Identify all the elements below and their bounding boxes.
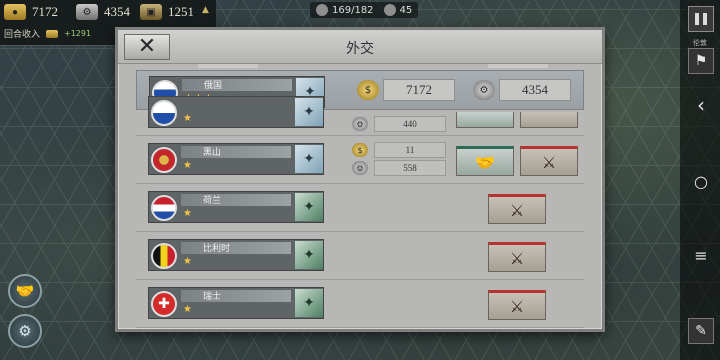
eagle-emblem-icon: ✦ [295, 241, 323, 269]
declare-war-button[interactable]: ⚔ [488, 290, 546, 320]
right-rail: 伦敦 ⚑ ‹ ○ ≡ ✎ [680, 0, 720, 360]
nav-home-button[interactable]: ○ [688, 168, 714, 194]
army-counter: 169/182 45 [310, 2, 419, 18]
eagle-emblem-icon: ✦ [295, 193, 323, 221]
supplies-value: 1251 [168, 4, 194, 19]
nation-stars: ★ [183, 304, 193, 315]
belgium-flag-icon [151, 243, 177, 269]
dialog-title: 外交 [346, 42, 374, 57]
nation-name: 比利时 [181, 242, 291, 254]
nation-plate: 荷兰 ★ ✦ [148, 191, 324, 223]
partial-nation-stars: ★ [183, 113, 193, 124]
partial-industry-value: 440 [374, 116, 446, 132]
income-gold-icon [46, 29, 59, 38]
nation-gold-value: 11 [374, 142, 446, 158]
gold-icon: ● [4, 4, 26, 20]
industry-value: 4354 [104, 4, 130, 19]
eagle-emblem-icon: ✦ [295, 145, 323, 173]
dialog-header: 外交 ✕ [118, 30, 602, 64]
nation-name: 黑山 [181, 146, 291, 158]
own-industry-value: 4354 [499, 79, 571, 101]
nav-recent-button[interactable]: ≡ [688, 242, 714, 268]
eagle-emblem-icon: ✦ [295, 98, 323, 126]
industry-resource: ⚙ 4354 [76, 3, 130, 21]
montenegro-flag-icon [151, 147, 177, 173]
greece-flag-icon [151, 100, 177, 126]
gold-coin-icon: $ [357, 80, 379, 100]
netherlands-flag-icon [151, 195, 177, 221]
switzerland-flag-icon: ✚ [151, 291, 177, 317]
nation-stars: ★ [183, 160, 193, 171]
eagle-emblem-icon: ✦ [295, 289, 323, 317]
nation-stars: ★ [183, 208, 193, 219]
scroll-tab-left [198, 64, 258, 68]
close-button[interactable]: ✕ [124, 34, 170, 60]
industry-icon: ⚙ [76, 4, 98, 20]
diplomacy-dialog: 外交 ✕ 俄国 ★★★ ✦ $ 7172 ⚙ 4354 [115, 27, 605, 332]
industry-coin-icon: ⚙ [352, 161, 368, 175]
declare-war-button[interactable]: ⚔ [488, 194, 546, 224]
settings-shortcut-button[interactable]: ⚙ [8, 314, 42, 348]
nation-row-switzerland[interactable]: ✚ 瑞士 ★ ✦ ⚔ [136, 282, 584, 328]
generals-count: 45 [399, 4, 413, 16]
declare-war-button[interactable]: ⚔ [488, 242, 546, 272]
crossed-swords-icon: ⚔ [541, 152, 557, 172]
pause-button[interactable] [688, 6, 714, 32]
nation-industry-value: 558 [374, 160, 446, 176]
surrender-flag-button[interactable]: ⚑ [688, 48, 714, 74]
crossed-swords-icon: ⚔ [509, 248, 525, 268]
nation-stars: ★ [183, 256, 193, 267]
turn-income-label: 回合收入 [4, 30, 41, 40]
pen-icon: ✎ [695, 323, 707, 339]
close-icon: ✕ [137, 34, 157, 59]
war-button[interactable] [520, 112, 578, 128]
gear-icon: ⚙ [18, 322, 32, 340]
nav-back-button[interactable]: ‹ [688, 92, 714, 118]
supplies-resource: ▣ 1251 [140, 3, 194, 21]
own-gold-value: 7172 [383, 79, 455, 101]
nation-row-belgium[interactable]: 比利时 ★ ✦ ⚔ [136, 234, 584, 280]
declare-war-button[interactable]: ⚔ [520, 146, 578, 176]
crossed-swords-icon: ⚔ [509, 296, 525, 316]
crossed-swords-icon: ⚔ [509, 200, 525, 220]
nation-plate: 黑山 ★ ✦ [148, 143, 324, 175]
industry-coin-icon: ⚙ [352, 117, 368, 131]
scroll-tab-right [488, 64, 548, 68]
gold-resource: ● 7172 [4, 3, 58, 21]
partial-nation-row[interactable]: ★ ✦ ⚙ 440 [136, 96, 584, 136]
industry-coin-icon: ⚙ [473, 80, 495, 100]
gold-coin-icon: $ [352, 143, 368, 157]
turn-income: 回合收入 +1291 [4, 27, 91, 40]
nation-row-montenegro[interactable]: 黑山 ★ ✦ $ 11 ⚙ 558 🤝 ⚔ [136, 138, 584, 184]
supplies-icon: ▣ [140, 4, 162, 20]
income-gold-value: +1291 [64, 29, 92, 38]
partial-nation-plate: ★ ✦ [148, 96, 324, 128]
units-count: 169/182 [332, 4, 374, 16]
nation-row-netherlands[interactable]: 荷兰 ★ ✦ ⚔ [136, 186, 584, 232]
peace-button[interactable] [456, 112, 514, 128]
nation-plate: 比利时 ★ ✦ [148, 239, 324, 271]
peace-button[interactable]: 🤝 [456, 146, 514, 176]
gold-value: 7172 [32, 4, 58, 19]
flag-label: 伦敦 [693, 39, 707, 47]
generals-icon [383, 4, 396, 16]
crossed-flag-icon: ⚑ [694, 53, 708, 69]
handshake-icon: 🤝 [475, 152, 495, 172]
game-screen: ● 7172 ⚙ 4354 ▣ 1251 ▲ 回合收入 +1291 169/18… [0, 0, 720, 360]
expand-resources-icon[interactable]: ▲ [202, 5, 209, 15]
own-nation-name: 俄国 [182, 79, 292, 91]
nation-name: 荷兰 [181, 194, 291, 206]
nation-name: 瑞士 [181, 290, 291, 302]
handshake-icon: 🤝 [15, 282, 35, 300]
nation-plate: ✚ 瑞士 ★ ✦ [148, 287, 324, 319]
units-icon [316, 4, 328, 16]
screenshot-button[interactable]: ✎ [688, 318, 714, 344]
diplomacy-shortcut-button[interactable]: 🤝 [8, 274, 42, 308]
nation-list[interactable]: 俄国 ★★★ ✦ $ 7172 ⚙ 4354 ★ ✦ ⚙ 440 [136, 64, 584, 329]
